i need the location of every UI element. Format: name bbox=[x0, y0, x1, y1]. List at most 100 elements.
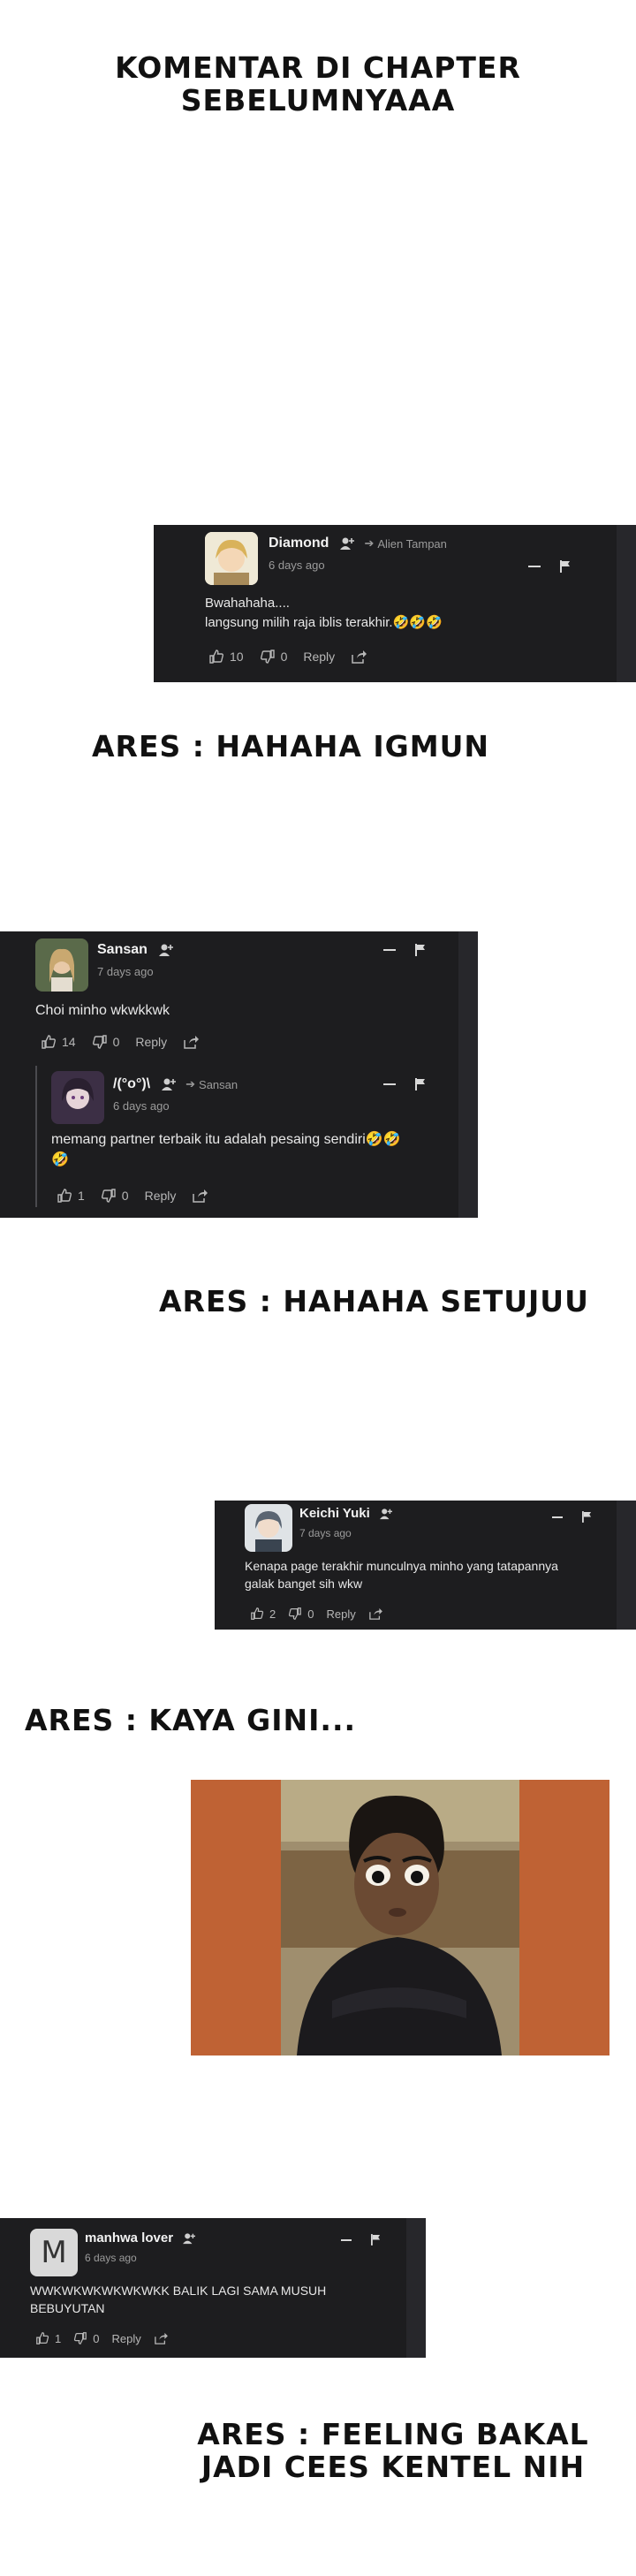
comment-body: Choi minho wkwkkwk bbox=[35, 1003, 170, 1018]
meme-image bbox=[191, 1780, 610, 2055]
thumbs-down-icon[interactable] bbox=[73, 2331, 87, 2345]
comment-controls bbox=[341, 2234, 381, 2245]
reply-button[interactable]: Reply bbox=[111, 2332, 140, 2345]
comment-actions: 14 0 Reply bbox=[41, 1034, 200, 1050]
flag-icon[interactable] bbox=[415, 1078, 426, 1090]
dislike-count: 0 bbox=[307, 1607, 314, 1621]
share-icon[interactable] bbox=[154, 2332, 168, 2344]
avatar[interactable]: M bbox=[30, 2229, 78, 2276]
dislike-count: 0 bbox=[121, 1189, 129, 1203]
comment-line: Kenapa page terakhir munculnya minho yan… bbox=[245, 1559, 558, 1573]
comment-body: Bwahahaha.... langsung milih raja iblis … bbox=[205, 594, 443, 633]
comment-body: WWKWKWKWKWKWKK BALIK LAGI SAMA MUSUH BEB… bbox=[30, 2282, 326, 2318]
timestamp: 7 days ago bbox=[299, 1527, 352, 1539]
ares-caption-1: ARES : HAHAHA IGMUN bbox=[92, 729, 490, 764]
reply-arrow-icon: ➔ bbox=[186, 1077, 196, 1090]
like-count: 10 bbox=[230, 650, 244, 664]
thumbs-up-icon[interactable] bbox=[41, 1034, 57, 1050]
avatar[interactable] bbox=[205, 532, 258, 585]
comment-actions: 2 0 Reply bbox=[250, 1607, 382, 1621]
comment-controls bbox=[528, 560, 571, 573]
timestamp: 7 days ago bbox=[97, 965, 154, 978]
avatar[interactable] bbox=[35, 938, 88, 992]
reply-arrow-icon: ➔ bbox=[364, 536, 375, 550]
like-count: 14 bbox=[62, 1035, 76, 1049]
timestamp: 6 days ago bbox=[85, 2252, 137, 2264]
thumbs-up-icon[interactable] bbox=[208, 649, 224, 665]
username[interactable]: Keichi Yuki bbox=[299, 1506, 370, 1521]
emoji: 🤣🤣 bbox=[365, 1132, 401, 1147]
comment-card-keichi: Keichi Yuki 7 days ago Kenapa page terak… bbox=[215, 1501, 636, 1630]
reaction-face-illustration bbox=[191, 1780, 610, 2055]
emoji: 🤣 bbox=[51, 1152, 69, 1168]
like-count: 1 bbox=[78, 1189, 85, 1203]
dislike-count: 0 bbox=[112, 1035, 120, 1049]
thumbs-down-icon[interactable] bbox=[260, 649, 276, 665]
username[interactable]: manhwa lover bbox=[85, 2230, 173, 2245]
comment-actions: 10 0 Reply bbox=[208, 649, 367, 665]
thumbs-down-icon[interactable] bbox=[288, 1607, 302, 1621]
collapse-icon[interactable] bbox=[552, 1516, 563, 1518]
comment-body: Kenapa page terakhir munculnya minho yan… bbox=[245, 1557, 558, 1593]
flag-icon[interactable] bbox=[415, 944, 426, 956]
like-count: 2 bbox=[269, 1607, 276, 1621]
thumbs-up-icon[interactable] bbox=[250, 1607, 264, 1621]
ares-caption-4: ARES : FEELING BAKAL JADI CEES KENTEL NI… bbox=[177, 2418, 610, 2483]
ares-caption-2: ARES : HAHAHA SETUJUU bbox=[159, 1284, 589, 1318]
avatar[interactable] bbox=[51, 1071, 104, 1124]
comment-card-manhwa-lover: M manhwa lover 6 days ago WWKWKWKWKWKWKK… bbox=[0, 2218, 426, 2358]
flag-icon[interactable] bbox=[582, 1511, 592, 1523]
comment-line: Bwahahaha.... bbox=[205, 596, 290, 611]
thumbs-up-icon[interactable] bbox=[35, 2331, 49, 2345]
timestamp: 6 days ago bbox=[113, 1099, 170, 1113]
add-user-icon[interactable] bbox=[161, 1077, 177, 1091]
thumbs-up-icon[interactable] bbox=[57, 1188, 72, 1204]
timestamp: 6 days ago bbox=[269, 559, 325, 572]
username[interactable]: Diamond bbox=[269, 536, 329, 551]
share-icon[interactable] bbox=[351, 650, 367, 664]
comment-controls bbox=[383, 1078, 426, 1090]
reply-to-user[interactable]: Alien Tampan bbox=[377, 537, 447, 551]
reply-button[interactable]: Reply bbox=[135, 1035, 167, 1049]
add-user-icon[interactable] bbox=[158, 943, 174, 957]
ares-caption-4-line1: ARES : FEELING BAKAL bbox=[197, 2417, 589, 2451]
username[interactable]: Sansan bbox=[97, 942, 148, 958]
comment-line: langsung milih raja iblis terakhir.🤣🤣🤣 bbox=[205, 613, 443, 633]
share-icon[interactable] bbox=[368, 1607, 382, 1620]
share-icon[interactable] bbox=[192, 1189, 208, 1203]
reply-button[interactable]: Reply bbox=[303, 650, 335, 664]
flag-icon[interactable] bbox=[560, 560, 571, 573]
username[interactable]: /(°o°)\ bbox=[113, 1076, 150, 1092]
avatar-letter: M bbox=[41, 2235, 67, 2270]
comment-card-sansan: Sansan 7 days ago Choi minho wkwkkwk 14 … bbox=[0, 931, 478, 1218]
comment-card-diamond: Diamond ➔ Alien Tampan 6 days ago Bwahah… bbox=[154, 525, 636, 682]
collapse-icon[interactable] bbox=[383, 949, 396, 951]
reply-thread-line bbox=[35, 1066, 37, 1207]
add-user-icon[interactable] bbox=[339, 536, 355, 551]
comment-line-text: langsung milih raja iblis terakhir. bbox=[205, 614, 393, 630]
comment-controls bbox=[383, 944, 426, 956]
comment-body: memang partner terbaik itu adalah pesain… bbox=[51, 1129, 401, 1170]
intro-caption-line2: SEBELUMNYAAA bbox=[180, 83, 456, 118]
share-icon[interactable] bbox=[183, 1035, 200, 1049]
thumbs-down-icon[interactable] bbox=[92, 1034, 108, 1050]
emoji: 🤣🤣🤣 bbox=[392, 614, 443, 630]
dislike-count: 0 bbox=[280, 650, 288, 664]
reply-button[interactable]: Reply bbox=[326, 1607, 355, 1621]
comment-line: memang partner terbaik itu adalah pesain… bbox=[51, 1129, 401, 1150]
avatar[interactable] bbox=[245, 1504, 292, 1552]
collapse-icon[interactable] bbox=[383, 1083, 396, 1085]
comment-actions: 1 0 Reply bbox=[35, 2331, 168, 2345]
flag-icon[interactable] bbox=[371, 2234, 381, 2245]
comment-line: BEBUYUTAN bbox=[30, 2301, 105, 2316]
add-user-icon[interactable] bbox=[182, 2232, 196, 2245]
dislike-count: 0 bbox=[93, 2331, 100, 2345]
reply-to-user[interactable]: Sansan bbox=[199, 1078, 238, 1091]
reply-button[interactable]: Reply bbox=[145, 1189, 177, 1203]
thumbs-down-icon[interactable] bbox=[101, 1188, 117, 1204]
collapse-icon[interactable] bbox=[528, 566, 541, 567]
comment-actions: 1 0 Reply bbox=[57, 1188, 208, 1204]
add-user-icon[interactable] bbox=[379, 1508, 393, 1520]
collapse-icon[interactable] bbox=[341, 2238, 352, 2241]
comment-line-text: memang partner terbaik itu adalah pesain… bbox=[51, 1132, 366, 1147]
